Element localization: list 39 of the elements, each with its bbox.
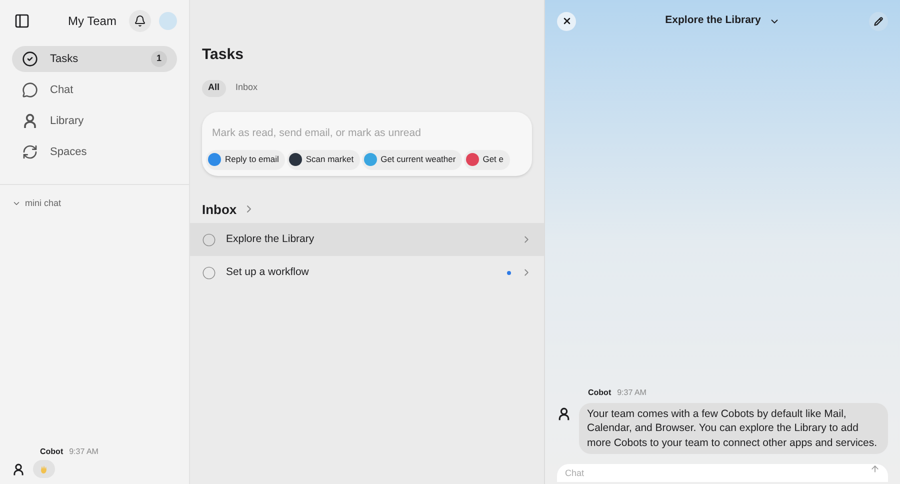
person-icon (557, 407, 571, 421)
nav-item[interactable]: Spaces (12, 139, 177, 165)
sender-name: Cobot (40, 446, 64, 458)
circular-arrows-icon (22, 144, 38, 160)
person-icon (22, 113, 38, 129)
task-row[interactable]: Set up a workflow (190, 256, 544, 289)
nav-item[interactable]: Tasks 1 (12, 46, 177, 72)
chat-bubble-icon (22, 82, 38, 98)
section-title: Inbox (202, 200, 237, 218)
person-icon (12, 462, 25, 476)
filter-tab[interactable]: All (202, 80, 226, 96)
message-time: 9:37 AM (617, 386, 646, 398)
nav-item[interactable]: Chat (12, 77, 177, 103)
filter-tab[interactable]: Inbox (230, 80, 264, 96)
bell-icon[interactable] (129, 10, 151, 32)
message-bubble: Your team comes with a few Cobots by default like Mail, Calendar, and Browser. You can explore the Library to add more Cobots to your team to connect other apps and services. (579, 402, 888, 454)
check-circle-icon (22, 51, 38, 67)
close-icon (562, 16, 572, 26)
message-time: 9:37 AM (69, 446, 98, 458)
nav-item[interactable]: Library (12, 108, 177, 134)
suggestion-chip[interactable]: Scan market (286, 150, 360, 170)
sender-name: Cobot (588, 386, 612, 398)
send-arrow-icon[interactable] (870, 464, 880, 474)
title-dropdown[interactable]: Explore the Library (576, 13, 869, 29)
close-button[interactable] (557, 12, 576, 30)
checkbox-circle-icon[interactable] (202, 266, 216, 280)
task-row[interactable]: Explore the Library (190, 223, 544, 256)
team-name: My Team (68, 13, 118, 30)
command-field[interactable]: Mark as read, send email, or mark as unread (206, 126, 528, 142)
pencil-icon (874, 16, 883, 26)
suggestion-chip[interactable]: Get e (464, 150, 510, 170)
suggestion-chip[interactable]: Reply to email (206, 150, 285, 170)
mini-chat-toggle[interactable]: mini chat (0, 197, 189, 210)
chat-input[interactable]: Chat (557, 464, 888, 482)
checkbox-circle-icon[interactable] (202, 232, 216, 246)
edit-button[interactable] (869, 12, 888, 30)
page-title: Tasks (201, 45, 244, 65)
count-badge: 1 (151, 51, 167, 67)
suggestion-chip[interactable]: Get current weather (362, 150, 462, 170)
